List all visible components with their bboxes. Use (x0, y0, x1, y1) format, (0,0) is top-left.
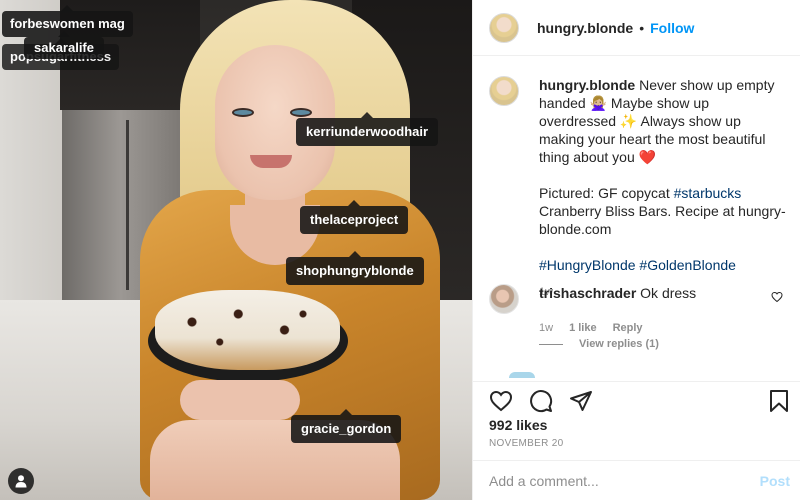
post-photo[interactable]: popsugarfitness forbeswomen mag sakarali… (0, 0, 472, 500)
post-date[interactable]: NOVEMBER 20 (489, 438, 563, 449)
tag-sakaralife[interactable]: sakaralife (24, 31, 104, 59)
add-comment-bar: Post (473, 460, 800, 500)
author-avatar[interactable] (489, 12, 519, 43)
person-icon (15, 475, 27, 488)
comment-icon[interactable] (529, 389, 553, 413)
photo-subject-lips (250, 155, 292, 168)
header-separator: • (639, 19, 645, 36)
tag-shophungryblonde[interactable]: shophungryblonde (286, 251, 424, 285)
share-icon[interactable] (569, 389, 593, 413)
post-header: hungry.blonde • Follow (473, 0, 800, 56)
comment-item: trishaschrader Ok dress 1w 1 like Reply (489, 284, 789, 334)
comment-text-block: trishaschrader Ok dress (539, 284, 696, 302)
caption-recipe-text: Cranberry Bliss Bars. Recipe at hungry-b… (539, 203, 786, 237)
comment-timestamp[interactable]: 1w (539, 322, 553, 334)
user-tags-button[interactable] (8, 468, 34, 494)
commenter-avatar[interactable] (489, 284, 519, 314)
follow-button[interactable]: Follow (650, 20, 694, 36)
commenter-username[interactable]: trishaschrader (539, 285, 636, 301)
post-comment-button[interactable]: Post (760, 473, 790, 489)
comment-text: Ok dress (636, 285, 697, 301)
bookmark-icon[interactable] (767, 389, 791, 413)
comment-like-heart-icon[interactable] (771, 290, 783, 308)
hashtag-goldenblonde[interactable]: #GoldenBlonde (639, 257, 736, 273)
view-replies-line (539, 343, 563, 345)
caption-pictured-text: Pictured: GF copycat (539, 185, 674, 201)
tag-thelaceproject[interactable]: thelaceproject (300, 200, 409, 234)
heart-icon[interactable] (489, 389, 513, 413)
post-sidebar: hungry.blonde • Follow hungry.blonde Nev… (472, 0, 800, 500)
next-comment-avatar (509, 372, 535, 378)
comment-likes-count[interactable]: 1 like (569, 322, 597, 334)
comment-meta: 1w 1 like Reply (539, 322, 789, 334)
hashtag-hungryblonde[interactable]: #HungryBlonde (539, 257, 636, 273)
photo-subject-hands (180, 380, 300, 420)
tag-kerriunderwoodhair[interactable]: kerriunderwoodhair (296, 112, 439, 146)
photo-subject-eye-left (232, 108, 254, 117)
author-username[interactable]: hungry.blonde (537, 20, 633, 36)
add-comment-input[interactable] (489, 473, 739, 489)
tag-gracie-gordon[interactable]: gracie_gordon (291, 409, 402, 443)
hashtag-starbucks[interactable]: #starbucks (674, 185, 742, 201)
caption-username[interactable]: hungry.blonde (539, 77, 635, 93)
view-replies-button[interactable]: View replies (1) (539, 338, 659, 350)
post-actions: 992 likes NOVEMBER 20 Post (473, 381, 800, 500)
likes-count[interactable]: 992 likes (489, 417, 547, 433)
view-replies-label: View replies (1) (579, 338, 659, 350)
comment-reply-button[interactable]: Reply (613, 322, 643, 334)
caption-author-avatar[interactable] (489, 76, 519, 106)
photo-subject-eye-right (290, 108, 312, 117)
photo-dessert-bars (155, 290, 340, 370)
post-caption: hungry.blonde Never show up empty handed… (489, 76, 789, 301)
